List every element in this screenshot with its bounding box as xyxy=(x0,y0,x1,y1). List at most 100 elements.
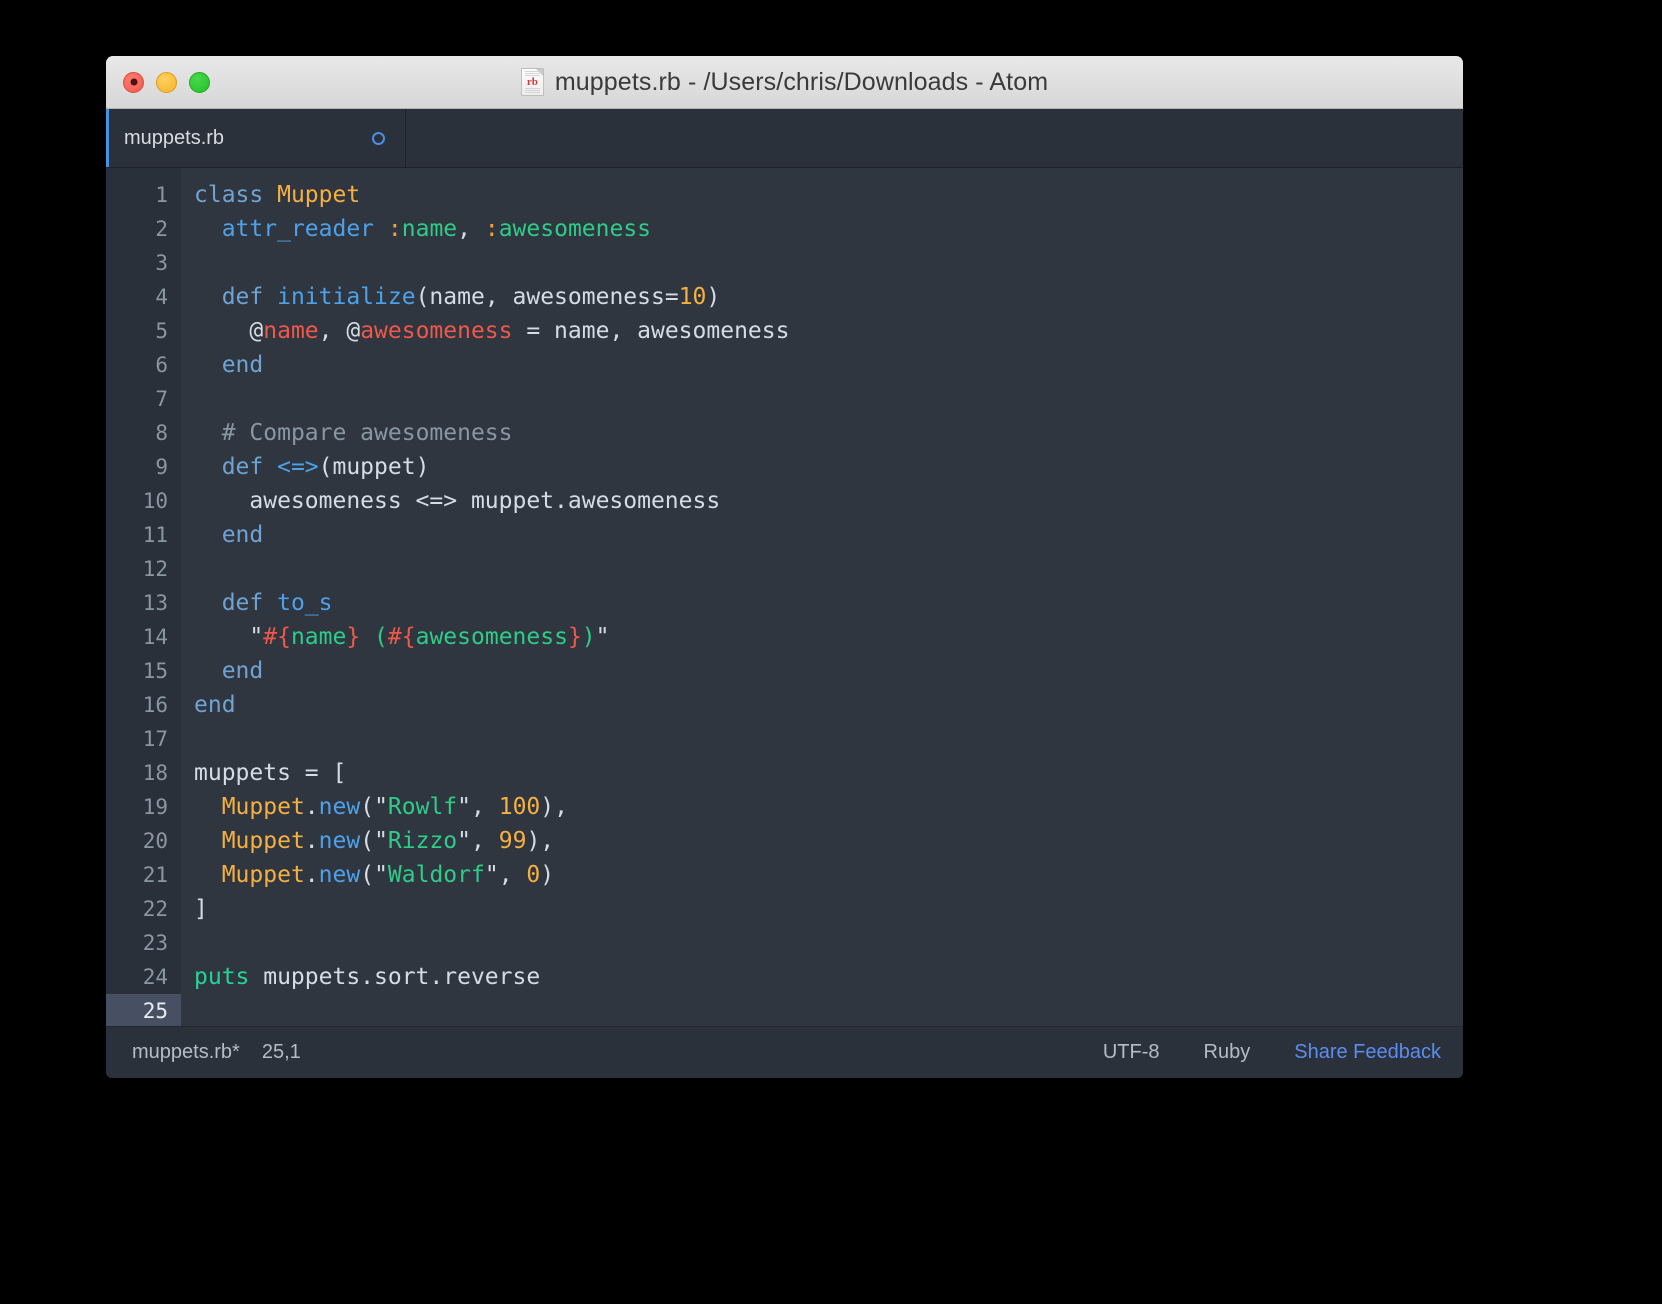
code-line[interactable] xyxy=(194,994,1463,1026)
code-token: ), xyxy=(526,828,555,854)
code-token: end xyxy=(194,692,236,718)
code-token: <=> xyxy=(277,454,319,480)
code-line[interactable]: def to_s xyxy=(194,586,1463,620)
line-number: 19 xyxy=(142,795,168,819)
code-line[interactable]: @name, @awesomeness = name, awesomeness xyxy=(194,314,1463,348)
code-token: new xyxy=(318,828,361,854)
code-line[interactable] xyxy=(194,722,1463,756)
line-number: 20 xyxy=(142,829,168,853)
line-number: 25 xyxy=(106,994,181,1026)
code-line[interactable]: puts muppets.sort.reverse xyxy=(194,960,1463,994)
code-token: ) xyxy=(540,862,555,888)
code-line[interactable]: class Muppet xyxy=(194,178,1463,212)
code-line[interactable]: attr_reader :name, :awesomeness xyxy=(194,212,1463,246)
code-token: awesomeness xyxy=(498,216,652,242)
code-token: puts xyxy=(194,964,250,990)
status-cursor-position[interactable]: 25,1 xyxy=(262,1041,301,1064)
code-line[interactable] xyxy=(194,926,1463,960)
code-token: ( xyxy=(360,828,375,854)
status-grammar[interactable]: Ruby xyxy=(1204,1041,1251,1064)
status-bar-left: muppets.rb* 25,1 xyxy=(132,1041,301,1064)
editor-area[interactable]: 1 2 3 4 5 6 7 8 9 10 11 12 13 14 15 16 17 18 19 20 21 22 23 24 2… xyxy=(106,168,1463,1026)
line-number: 8 xyxy=(155,421,168,445)
code-line[interactable]: end xyxy=(194,688,1463,722)
tab-muppets-rb[interactable]: muppets.rb xyxy=(106,109,406,167)
code-token: " xyxy=(249,624,264,650)
code-token: Rowlf xyxy=(387,794,458,820)
code-token: ] xyxy=(194,896,208,922)
line-number: 21 xyxy=(142,863,168,887)
code-token: end xyxy=(221,658,264,684)
code-token: muppets = [ xyxy=(194,760,347,786)
code-line[interactable]: end xyxy=(194,348,1463,382)
code-token: 100 xyxy=(498,794,541,820)
tab-bar: muppets.rb xyxy=(106,109,1463,168)
status-bar-right: UTF-8 Ruby Share Feedback xyxy=(1103,1041,1441,1064)
code-token: " xyxy=(457,828,472,854)
code-token: 0 xyxy=(526,862,541,888)
code-token: name xyxy=(263,318,319,344)
code-line[interactable] xyxy=(194,246,1463,280)
tab-bar-empty-area xyxy=(406,109,1463,167)
code-line[interactable]: "#{name} (#{awesomeness})" xyxy=(194,620,1463,654)
code-line[interactable]: end xyxy=(194,518,1463,552)
modified-indicator-icon[interactable] xyxy=(372,131,385,145)
code-token: ) xyxy=(581,624,596,650)
code-line[interactable]: Muppet.new("Rowlf", 100), xyxy=(194,790,1463,824)
maximize-button-icon[interactable] xyxy=(189,71,210,93)
code-token: " xyxy=(484,862,499,888)
window-title-group: rb muppets.rb - /Users/chris/Downloads -… xyxy=(520,68,1048,97)
code-line[interactable]: muppets = [ xyxy=(194,756,1463,790)
code-content[interactable]: class Muppet attr_reader :name, :awesome… xyxy=(181,168,1463,1026)
code-line[interactable]: ] xyxy=(194,892,1463,926)
code-token: : xyxy=(484,216,499,242)
code-token: @ xyxy=(194,318,264,344)
code-token: } xyxy=(567,624,582,650)
code-line[interactable]: end xyxy=(194,654,1463,688)
code-token: (name, awesomeness= xyxy=(415,284,679,310)
code-token: ( xyxy=(360,624,388,650)
code-token: new xyxy=(318,794,361,820)
code-line[interactable] xyxy=(194,552,1463,586)
line-number: 11 xyxy=(142,523,168,547)
code-line[interactable]: # Compare awesomeness xyxy=(194,416,1463,450)
code-token: attr_reader xyxy=(221,216,375,242)
code-token: def xyxy=(221,454,278,480)
code-token: awesomeness <=> muppet.awesomeness xyxy=(194,488,721,514)
close-button-icon[interactable] xyxy=(123,71,144,93)
code-token: initialize xyxy=(277,284,416,310)
code-line[interactable] xyxy=(194,382,1463,416)
code-token: Muppet xyxy=(221,794,305,820)
code-token: " xyxy=(374,794,388,820)
traffic-light-group xyxy=(123,56,210,108)
code-token: Muppet xyxy=(277,182,361,208)
share-feedback-link[interactable]: Share Feedback xyxy=(1294,1041,1441,1064)
code-token: ( xyxy=(360,862,375,888)
code-token: , xyxy=(471,828,499,854)
line-number-gutter: 1 2 3 4 5 6 7 8 9 10 11 12 13 14 15 16 17 18 19 20 21 22 23 24 2… xyxy=(106,168,181,1026)
code-line[interactable]: awesomeness <=> muppet.awesomeness xyxy=(194,484,1463,518)
code-token: to_s xyxy=(277,590,333,616)
code-token: name xyxy=(290,624,347,650)
status-bar: muppets.rb* 25,1 UTF-8 Ruby Share Feedba… xyxy=(106,1026,1463,1078)
code-token: muppets.sort.reverse xyxy=(249,964,541,990)
code-line[interactable]: Muppet.new("Rizzo", 99), xyxy=(194,824,1463,858)
code-token: . xyxy=(304,828,319,854)
code-line[interactable]: def initialize(name, awesomeness=10) xyxy=(194,280,1463,314)
code-line[interactable]: def <=>(muppet) xyxy=(194,450,1463,484)
line-number: 1 xyxy=(155,183,168,207)
status-file-name[interactable]: muppets.rb* xyxy=(132,1041,240,1064)
code-token: ( xyxy=(360,794,375,820)
minimize-button-icon[interactable] xyxy=(156,71,177,93)
status-encoding[interactable]: UTF-8 xyxy=(1103,1041,1160,1064)
code-line[interactable]: Muppet.new("Waldorf", 0) xyxy=(194,858,1463,892)
line-number: 14 xyxy=(142,625,168,649)
line-number: 23 xyxy=(142,931,168,955)
code-token: Muppet xyxy=(221,862,305,888)
